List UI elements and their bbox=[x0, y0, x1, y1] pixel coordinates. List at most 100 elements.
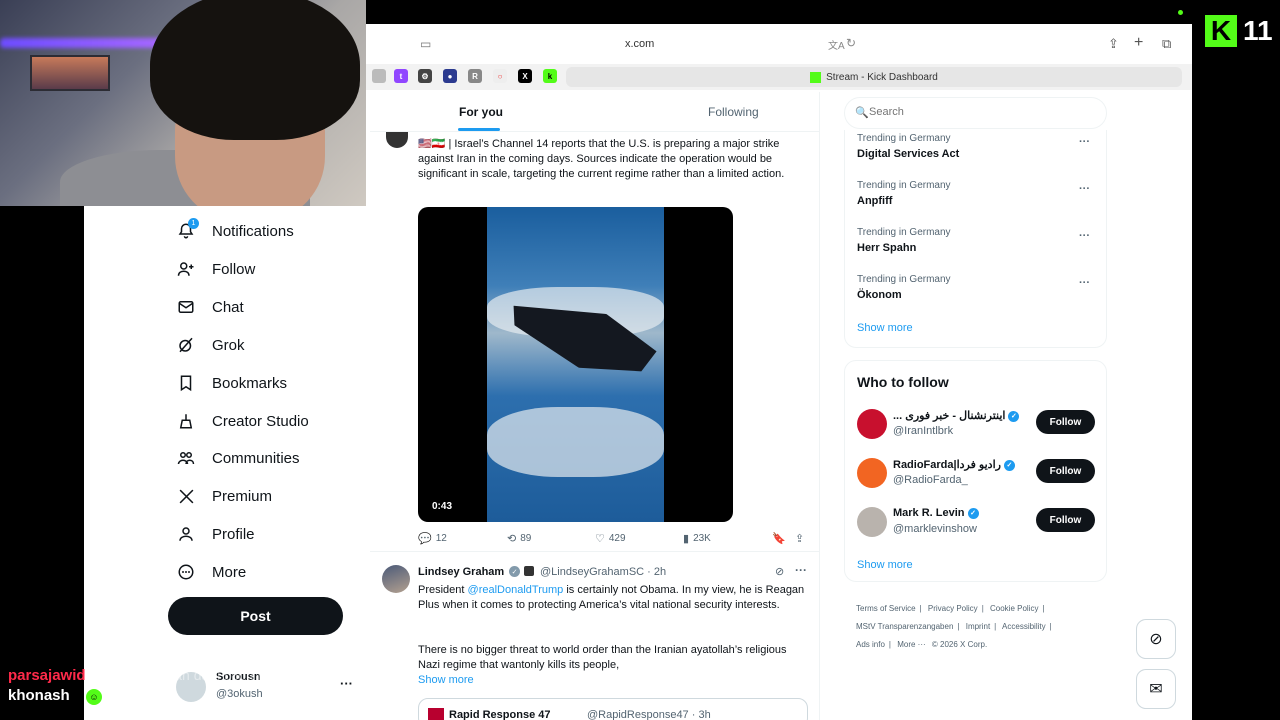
more-dots-icon[interactable]: ··· bbox=[1079, 136, 1090, 148]
chat-message: aekhoda ran dahi bijori namitman bbox=[112, 667, 320, 683]
post-button[interactable]: Post bbox=[168, 597, 343, 635]
trend-context: Trending in Germany bbox=[857, 227, 951, 238]
follow-suggestion[interactable]: Mark R. Levin ✓ @marklevinshow Follow bbox=[857, 504, 1102, 540]
nav-communities[interactable]: Communities bbox=[176, 443, 300, 473]
twitch-icon[interactable]: t bbox=[394, 69, 408, 83]
nav-label: Profile bbox=[212, 525, 255, 543]
footer-link[interactable]: Terms of Service bbox=[856, 604, 916, 613]
like-button[interactable]: ♡ 429 bbox=[595, 532, 626, 545]
tweet-text-part: President bbox=[418, 584, 468, 596]
kick-tab-icon[interactable]: k bbox=[543, 69, 557, 83]
footer-link[interactable]: Privacy Policy bbox=[928, 604, 978, 613]
tab-following[interactable]: Following bbox=[708, 105, 759, 119]
pinned-tab-icon[interactable] bbox=[372, 69, 386, 83]
footer-link[interactable]: Cookie Policy bbox=[990, 604, 1038, 613]
translate-icon[interactable]: 文A bbox=[828, 37, 845, 52]
tab-for-you[interactable]: For you bbox=[459, 105, 503, 119]
avatar[interactable] bbox=[857, 458, 887, 488]
mention-link[interactable]: @realDonaldTrump bbox=[468, 584, 564, 596]
avatar[interactable] bbox=[382, 565, 410, 593]
verified-icon: ✓ bbox=[509, 566, 520, 577]
avatar[interactable] bbox=[857, 409, 887, 439]
nav-chat[interactable]: Chat bbox=[176, 292, 244, 322]
suggestion-name-text: RadioFarda|رادیو فردا bbox=[893, 459, 1001, 471]
obs-icon[interactable]: ● bbox=[443, 69, 457, 83]
trend-item[interactable]: Trending in Germany Digital Services Act… bbox=[857, 133, 1102, 173]
avatar[interactable] bbox=[857, 507, 887, 537]
repost-icon: ⟲ bbox=[507, 533, 517, 545]
suggestion-name: RadioFarda|رادیو فردا ✓ bbox=[893, 458, 1015, 471]
footer-link[interactable]: More ··· bbox=[897, 640, 925, 649]
search-box[interactable]: 🔍 bbox=[844, 97, 1107, 129]
views-button[interactable]: ▮ 23K bbox=[683, 532, 711, 545]
nav-more[interactable]: More bbox=[176, 557, 246, 587]
search-icon: 🔍 bbox=[855, 107, 869, 119]
footer-separator: | bbox=[1049, 622, 1052, 631]
footer-link[interactable]: MStV Transparenzangaben bbox=[856, 622, 953, 631]
more-dots-icon[interactable]: ··· bbox=[795, 563, 807, 577]
share-button[interactable]: ⇪ bbox=[795, 532, 808, 545]
more-dots-icon[interactable]: ··· bbox=[1079, 230, 1090, 242]
suggestion-name: ... اینترنشنال - خبر فوری ✓ bbox=[893, 409, 1020, 422]
quoted-tweet[interactable]: Rapid Response 47 @RapidResponse47 · 3h bbox=[418, 698, 808, 720]
nav-follow[interactable]: Follow bbox=[176, 254, 255, 284]
reply-button[interactable]: 💬 12 bbox=[418, 532, 447, 545]
chatgpt-icon[interactable]: ⚙ bbox=[418, 69, 432, 83]
tweet-author-handle[interactable]: @LindseyGrahamSC · 2h bbox=[540, 566, 666, 578]
footer-link[interactable]: Ads info bbox=[856, 640, 885, 649]
tweet-video[interactable]: 0:43 bbox=[418, 207, 733, 522]
envelope-icon: ✉ bbox=[1149, 681, 1163, 698]
bookmark-button[interactable]: 🔖 bbox=[772, 532, 790, 545]
trend-item[interactable]: Trending in Germany Herr Spahn ··· bbox=[857, 227, 1102, 267]
active-tab-indicator bbox=[458, 128, 500, 131]
analytics-icon: ▮ bbox=[683, 533, 690, 545]
kick-favicon-icon bbox=[810, 71, 822, 83]
more-dots-icon[interactable]: ··· bbox=[1079, 183, 1090, 195]
tab-overview-icon[interactable]: ⧉ bbox=[1162, 36, 1171, 52]
footer-link[interactable]: Imprint bbox=[966, 622, 990, 631]
heart-icon: ♡ bbox=[595, 533, 605, 545]
show-more-link[interactable]: Show more bbox=[857, 322, 913, 334]
search-input[interactable] bbox=[869, 106, 1089, 118]
sidebar-toggle-icon[interactable]: ▭ bbox=[420, 37, 431, 51]
pinned-site-icon[interactable]: ○ bbox=[493, 69, 507, 83]
show-more-link[interactable]: Show more bbox=[857, 559, 913, 571]
copyright: © 2026 X Corp. bbox=[931, 640, 988, 649]
reload-icon[interactable]: ↻ bbox=[846, 36, 856, 50]
trend-item[interactable]: Trending in Germany Ökonom ··· bbox=[857, 274, 1102, 314]
follow-suggestion[interactable]: ... اینترنشنال - خبر فوری ✓ @IranIntlbrk … bbox=[857, 406, 1102, 442]
suggestion-name-text: Mark R. Levin bbox=[893, 507, 965, 519]
nav-label: Bookmarks bbox=[212, 374, 288, 392]
nav-bookmarks[interactable]: Bookmarks bbox=[176, 368, 287, 398]
active-tab[interactable]: Stream - Kick Dashboard bbox=[566, 67, 1182, 87]
bookmark-icon bbox=[176, 373, 196, 393]
nav-grok[interactable]: Grok bbox=[176, 330, 245, 360]
follow-suggestion[interactable]: RadioFarda|رادیو فردا ✓ @RadioFarda_ Foll… bbox=[857, 455, 1102, 491]
suggestion-handle: @marklevinshow bbox=[893, 523, 977, 535]
nav-creator-studio[interactable]: Creator Studio bbox=[176, 406, 309, 436]
nav-premium[interactable]: Premium bbox=[176, 481, 272, 511]
grok-float-button[interactable]: ⊘ bbox=[1136, 619, 1176, 659]
new-tab-icon[interactable]: + bbox=[1134, 34, 1143, 52]
follow-button[interactable]: Follow bbox=[1036, 508, 1095, 532]
footer-link[interactable]: Accessibility bbox=[1002, 622, 1046, 631]
share-icon[interactable]: ⇪ bbox=[1108, 36, 1119, 52]
tweet-author-name[interactable]: Lindsey Graham bbox=[418, 566, 504, 578]
repost-button[interactable]: ⟲ 89 bbox=[507, 532, 531, 545]
messages-float-button[interactable]: ✉ bbox=[1136, 669, 1176, 709]
trend-item[interactable]: Trending in Germany Anpfiff ··· bbox=[857, 180, 1102, 220]
nav-profile[interactable]: Profile bbox=[176, 519, 255, 549]
address-bar[interactable]: x.com bbox=[625, 38, 691, 50]
tweet[interactable]: Lindsey Graham ✓ @LindseyGrahamSC · 2h ⊘… bbox=[370, 553, 820, 720]
follow-button[interactable]: Follow bbox=[1036, 410, 1095, 434]
suggestion-handle: @IranIntlbrk bbox=[893, 425, 954, 437]
nav-label: Follow bbox=[212, 260, 256, 278]
more-dots-icon[interactable]: ··· bbox=[1079, 277, 1090, 289]
grok-icon[interactable]: ⊘ bbox=[775, 565, 784, 578]
tweet[interactable]: 🇺🇸🇮🇷 | Israel’s Channel 14 reports that … bbox=[370, 132, 820, 552]
follow-button[interactable]: Follow bbox=[1036, 459, 1095, 483]
x-tab-icon[interactable]: X bbox=[518, 69, 532, 83]
reddit-icon[interactable]: R bbox=[468, 69, 482, 83]
show-more-link[interactable]: Show more bbox=[418, 674, 474, 686]
avatar[interactable] bbox=[386, 132, 408, 148]
